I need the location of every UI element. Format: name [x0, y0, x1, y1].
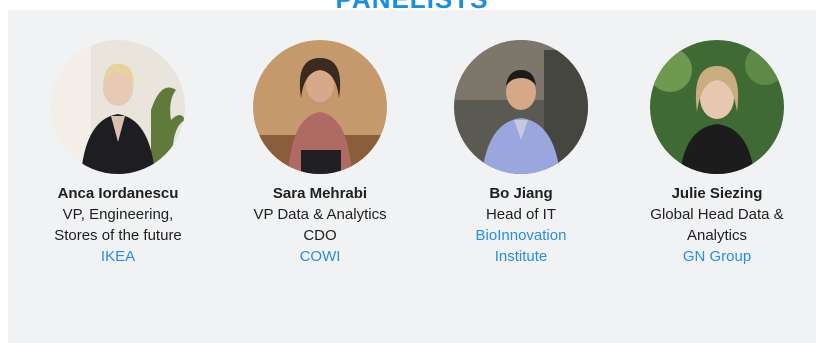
panelist-org-link[interactable]: BioInnovation	[421, 226, 621, 245]
panelist-role: CDO	[303, 227, 337, 244]
panelist-card-julie: Julie Siezing Global Head Data & Analyti…	[617, 40, 817, 266]
panelist-photo	[650, 40, 784, 174]
panelist-org-link[interactable]: Institute	[421, 247, 621, 266]
panelist-org-link[interactable]: GN Group	[617, 247, 817, 266]
panelist-role: Global Head Data &	[650, 206, 784, 223]
panelist-photo	[51, 40, 185, 174]
panelist-name: Bo Jiang	[489, 185, 553, 202]
panelist-org-link[interactable]: COWI	[220, 247, 420, 266]
panelist-name: Julie Siezing	[671, 185, 763, 202]
panelist-name: Anca Iordanescu	[57, 185, 179, 202]
panelist-photo	[454, 40, 588, 174]
panelists-panel: Anca Iordanescu VP, Engineering, Stores …	[8, 10, 816, 343]
panelist-role: VP, Engineering,	[62, 206, 174, 223]
panelist-card-sara: Sara Mehrabi VP Data & Analytics CDO COW…	[220, 40, 420, 266]
panelist-role: Analytics	[686, 227, 748, 244]
panelist-role: Stores of the future	[54, 227, 182, 244]
panelist-photo	[253, 40, 387, 174]
panelist-role: Head of IT	[485, 206, 557, 223]
panelist-card-bo: Bo Jiang Head of IT BioInnovation Instit…	[421, 40, 621, 266]
panelist-card-anca: Anca Iordanescu VP, Engineering, Stores …	[18, 40, 218, 266]
panelist-name: Sara Mehrabi	[272, 185, 368, 202]
panelist-role: VP Data & Analytics	[253, 206, 387, 223]
panelist-org-link[interactable]: IKEA	[18, 247, 218, 266]
